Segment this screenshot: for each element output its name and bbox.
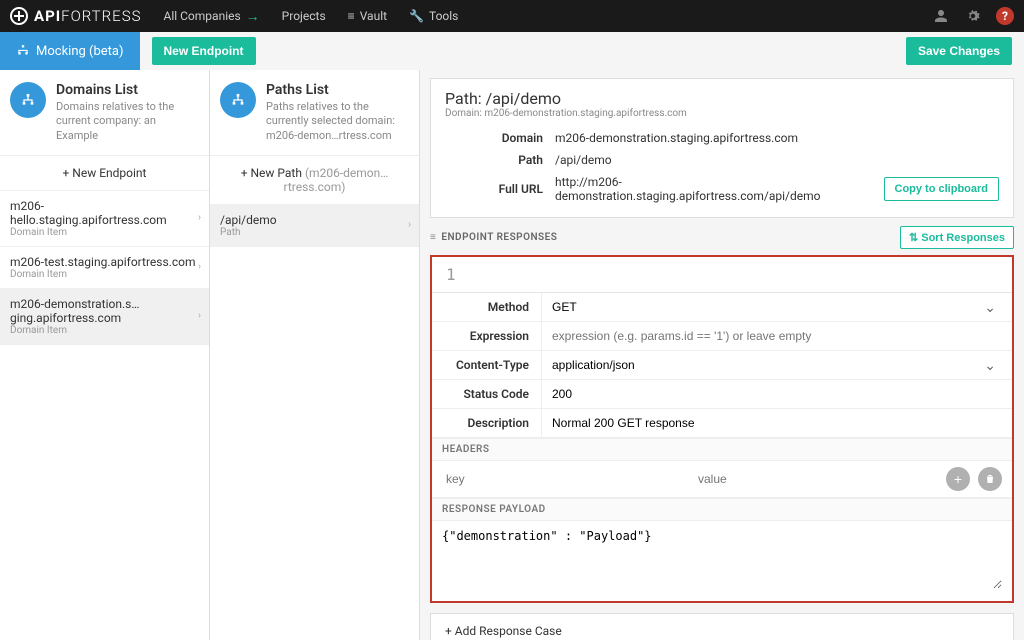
new-path-row[interactable]: + New Path (m206-demon…rtress.com) xyxy=(210,156,419,205)
mocking-badge: Mocking (beta) xyxy=(0,32,140,70)
contenttype-select[interactable]: application/json xyxy=(552,358,1002,372)
expression-label: Expression xyxy=(432,322,542,350)
response-card: 1 Method GET Expression Content-Type app… xyxy=(430,255,1014,603)
paths-header: Paths List Paths relatives to the curren… xyxy=(210,70,419,156)
gear-icon[interactable] xyxy=(964,7,982,25)
chevron-right-icon: › xyxy=(408,220,411,231)
sitemap-icon xyxy=(10,82,46,118)
fullurl-label: Full URL xyxy=(445,182,555,196)
path-summary-card: Path: /api/demo Domain: m206-demonstrati… xyxy=(430,78,1014,218)
domain-value: m206-demonstration.staging.apifortress.c… xyxy=(555,131,999,145)
nav-vault[interactable]: ≡ Vault xyxy=(348,9,387,23)
description-label: Description xyxy=(432,409,542,437)
chevron-right-icon: › xyxy=(198,213,201,224)
payload-textarea[interactable] xyxy=(442,529,1002,589)
path-title: Path: /api/demo xyxy=(445,89,999,108)
brand-logo[interactable]: APIFORTRESS xyxy=(10,7,141,25)
brand-fortress: FORTRESS xyxy=(61,7,141,25)
description-input[interactable] xyxy=(552,416,1002,430)
delete-header-button[interactable] xyxy=(978,467,1002,491)
toolbar: Mocking (beta) New Endpoint Save Changes xyxy=(0,32,1024,70)
payload-section-label: RESPONSE PAYLOAD xyxy=(432,498,1012,521)
method-select[interactable]: GET xyxy=(552,300,1002,314)
copy-clipboard-button[interactable]: Copy to clipboard xyxy=(884,177,1000,201)
domain-item[interactable]: m206-hello.staging.apifortress.com Domai… xyxy=(0,191,209,247)
vault-icon: ≡ xyxy=(348,9,355,23)
arrow-right-icon: → xyxy=(246,8,260,25)
chevron-right-icon: › xyxy=(198,311,201,322)
method-label: Method xyxy=(432,293,542,321)
header-value-input[interactable] xyxy=(694,468,938,490)
contenttype-label: Content-Type xyxy=(432,351,542,379)
domains-column: Domains List Domains relatives to the cu… xyxy=(0,70,210,640)
domain-label: Domain xyxy=(445,131,555,145)
logo-icon xyxy=(10,7,28,25)
headers-section-label: HEADERS xyxy=(432,438,1012,461)
user-icon[interactable] xyxy=(932,7,950,25)
domains-subtitle: Domains relatives to the current company… xyxy=(56,100,199,143)
chevron-right-icon: › xyxy=(198,262,201,273)
paths-column: Paths List Paths relatives to the curren… xyxy=(210,70,420,640)
save-changes-button[interactable]: Save Changes xyxy=(906,37,1012,65)
trash-icon xyxy=(984,473,996,485)
path-value: /api/demo xyxy=(555,153,999,167)
paths-title: Paths List xyxy=(266,82,409,98)
top-nav: APIFORTRESS All Companies → Projects ≡ V… xyxy=(0,0,1024,32)
new-endpoint-row[interactable]: + New Endpoint xyxy=(0,156,209,191)
paths-subtitle: Paths relatives to the currently selecte… xyxy=(266,100,409,143)
statuscode-label: Status Code xyxy=(432,380,542,408)
help-icon[interactable]: ? xyxy=(996,7,1014,25)
wrench-icon: 🔧 xyxy=(409,9,424,23)
path-item[interactable]: /api/demo Path › xyxy=(210,205,419,247)
domains-title: Domains List xyxy=(56,82,199,98)
header-key-input[interactable] xyxy=(442,468,686,490)
brand-api: API xyxy=(34,7,61,25)
new-endpoint-button[interactable]: New Endpoint xyxy=(152,37,256,65)
fullurl-value: http://m206-demonstration.staging.apifor… xyxy=(555,175,884,203)
add-header-button[interactable]: + xyxy=(946,467,970,491)
path-subtitle: Domain: m206-demonstration.staging.apifo… xyxy=(445,108,999,119)
expression-input[interactable] xyxy=(552,329,1002,343)
statuscode-input[interactable] xyxy=(552,387,1002,401)
nav-all-companies[interactable]: All Companies → xyxy=(163,8,259,25)
path-label: Path xyxy=(445,153,555,167)
sitemap-icon xyxy=(16,44,30,58)
nav-projects[interactable]: Projects xyxy=(282,9,326,23)
endpoint-responses-label: ENDPOINT RESPONSES xyxy=(430,232,557,243)
domains-header: Domains List Domains relatives to the cu… xyxy=(0,70,209,156)
domain-item[interactable]: m206-demonstration.s…ging.apifortress.co… xyxy=(0,289,209,345)
sitemap-icon xyxy=(220,82,256,118)
response-number: 1 xyxy=(432,257,1012,293)
domain-item[interactable]: m206-test.staging.apifortress.com Domain… xyxy=(0,247,209,289)
sort-responses-button[interactable]: ⇅ Sort Responses xyxy=(900,226,1014,249)
nav-tools[interactable]: 🔧 Tools xyxy=(409,9,458,23)
detail-column: Path: /api/demo Domain: m206-demonstrati… xyxy=(420,70,1024,640)
add-response-case-button[interactable]: + Add Response Case xyxy=(430,613,1014,640)
